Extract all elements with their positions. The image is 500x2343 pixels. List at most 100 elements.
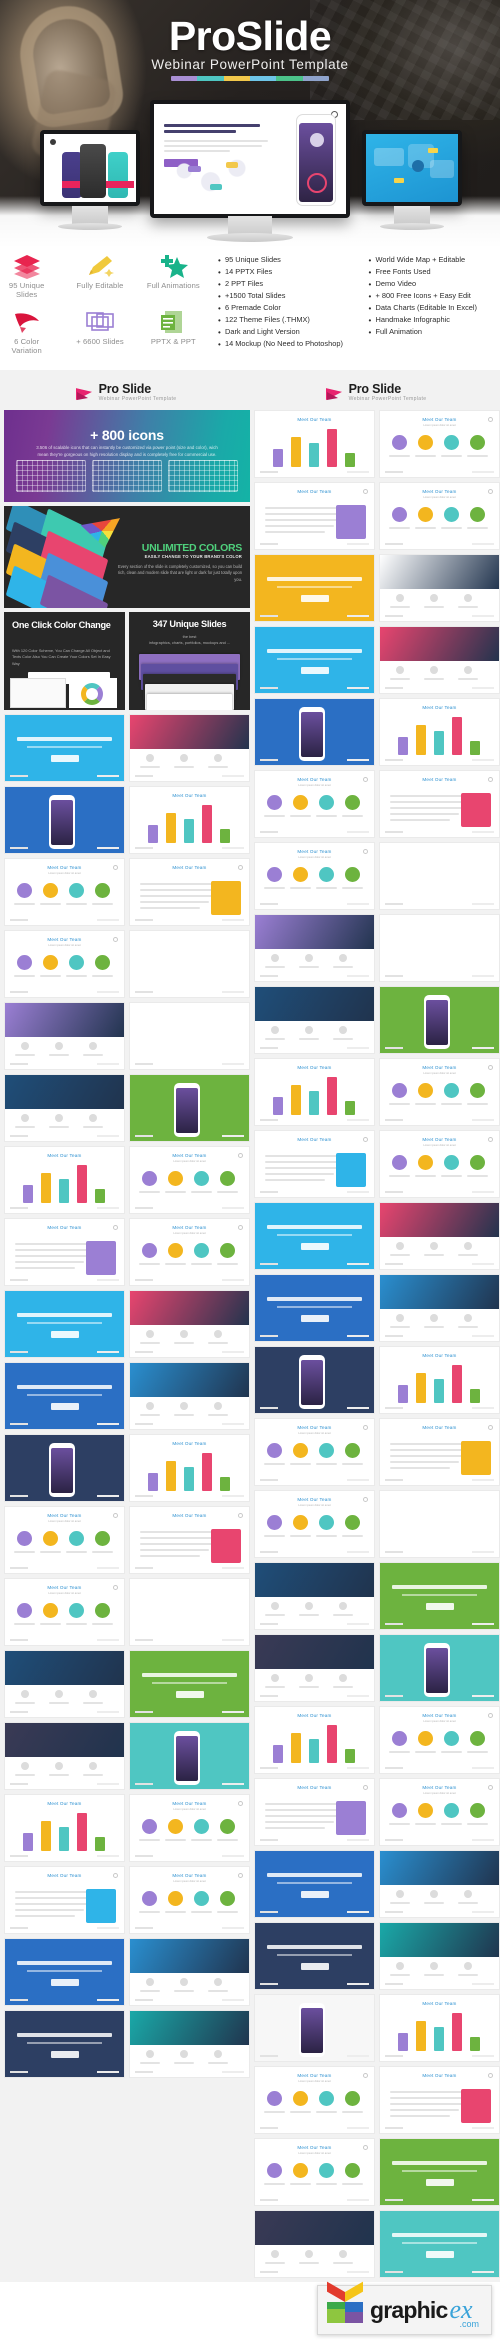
slide-thumbnail[interactable] <box>379 842 500 910</box>
slide-thumbnail[interactable]: Meet Our Team <box>4 1146 125 1214</box>
slide-thumbnail[interactable]: Meet Our Team <box>379 1418 500 1486</box>
slide-thumbnail[interactable] <box>129 714 250 782</box>
slide-thumbnail[interactable] <box>4 1938 125 2006</box>
slide-thumbnail[interactable]: Meet Our Team <box>4 1866 125 1934</box>
thumb-cta-button[interactable] <box>426 1531 454 1538</box>
thumb-cta-button[interactable] <box>301 1963 329 1970</box>
thumb-cta-button[interactable] <box>51 2051 79 2058</box>
slide-thumbnail[interactable]: Meet Our Team Lorem ipsum dolor sit amet <box>254 1418 375 1486</box>
slide-thumbnail[interactable] <box>379 1922 500 1990</box>
slide-thumbnail[interactable]: Meet Our Team <box>379 1346 500 1414</box>
slide-thumbnail[interactable]: Meet Our Team Lorem ipsum dolor sit amet <box>379 410 500 478</box>
slide-thumbnail[interactable] <box>129 1074 250 1142</box>
slide-thumbnail[interactable] <box>254 1850 375 1918</box>
slide-thumbnail[interactable] <box>129 1362 250 1430</box>
thumb-cta-button[interactable] <box>51 1331 79 1338</box>
slide-thumbnail[interactable] <box>4 1722 125 1790</box>
slide-thumbnail[interactable] <box>254 914 375 982</box>
thumb-cta-button[interactable] <box>301 667 329 674</box>
slide-thumbnail[interactable] <box>129 1650 250 1718</box>
slide-thumbnail[interactable]: Meet Our Team Lorem ipsum dolor sit amet <box>129 1146 250 1214</box>
slide-thumbnail[interactable]: Meet Our Team Lorem ipsum dolor sit amet <box>254 842 375 910</box>
slide-thumbnail[interactable]: Meet Our Team Lorem ipsum dolor sit amet <box>254 2066 375 2134</box>
slide-thumbnail[interactable]: Meet Our Team Lorem ipsum dolor sit amet <box>4 1506 125 1574</box>
thumb-cta-button[interactable] <box>301 1315 329 1322</box>
slide-thumbnail[interactable] <box>379 1850 500 1918</box>
slide-thumbnail[interactable] <box>129 1938 250 2006</box>
slide-thumbnail[interactable] <box>379 1490 500 1558</box>
slide-thumbnail[interactable] <box>254 1274 375 1342</box>
slide-thumbnail[interactable]: Meet Our Team <box>254 482 375 550</box>
slide-thumbnail[interactable] <box>254 1994 375 2062</box>
slide-thumbnail[interactable]: Meet Our Team <box>254 410 375 478</box>
thumb-cta-button[interactable] <box>426 1603 454 1610</box>
slide-thumbnail[interactable]: Meet Our Team Lorem ipsum dolor sit amet <box>129 1218 250 1286</box>
slide-thumbnail[interactable] <box>379 2210 500 2278</box>
slide-thumbnail[interactable] <box>4 786 125 854</box>
slide-thumbnail[interactable] <box>129 1578 250 1646</box>
slide-thumbnail[interactable]: Meet Our Team Lorem ipsum dolor sit amet <box>254 2138 375 2206</box>
slide-thumbnail[interactable] <box>254 626 375 694</box>
slide-thumbnail[interactable] <box>254 1202 375 1270</box>
slide-thumbnail[interactable]: Meet Our Team Lorem ipsum dolor sit amet <box>4 1578 125 1646</box>
thumb-cta-button[interactable] <box>426 2179 454 2186</box>
icons-feature-slide[interactable]: + 800 icons 3.506 of scalable icons that… <box>4 410 250 502</box>
slide-thumbnail[interactable] <box>254 1922 375 1990</box>
slide-thumbnail[interactable] <box>4 1002 125 1070</box>
slide-thumbnail[interactable] <box>379 986 500 1054</box>
slide-thumbnail[interactable] <box>129 2010 250 2078</box>
slide-thumbnail[interactable]: Meet Our Team <box>129 1506 250 1574</box>
slide-thumbnail[interactable] <box>4 1290 125 1358</box>
slide-thumbnail[interactable]: Meet Our Team Lorem ipsum dolor sit amet <box>379 482 500 550</box>
thumb-cta-button[interactable] <box>426 2251 454 2258</box>
thumb-cta-button[interactable] <box>176 971 204 978</box>
thumb-cta-button[interactable] <box>176 1619 204 1626</box>
slide-thumbnail[interactable] <box>129 1002 250 1070</box>
thumb-cta-button[interactable] <box>176 1691 204 1698</box>
slide-thumbnail[interactable]: Meet Our Team Lorem ipsum dolor sit amet <box>254 770 375 838</box>
slide-thumbnail[interactable] <box>254 986 375 1054</box>
slide-thumbnail[interactable]: Meet Our Team <box>254 1706 375 1774</box>
slide-thumbnail[interactable] <box>379 554 500 622</box>
slide-thumbnail[interactable] <box>4 714 125 782</box>
slide-thumbnail[interactable] <box>254 1634 375 1702</box>
slide-thumbnail[interactable] <box>129 930 250 998</box>
slide-thumbnail[interactable]: Meet Our Team <box>379 770 500 838</box>
unique-slides-count-slide[interactable]: 347 Unique Slides the best infographics, … <box>129 612 250 710</box>
slide-thumbnail[interactable]: Meet Our Team <box>254 1058 375 1126</box>
slide-thumbnail[interactable]: Meet Our Team <box>379 698 500 766</box>
one-click-color-slide[interactable]: One Click Color Change With 120 Color Sc… <box>4 612 125 710</box>
slide-thumbnail[interactable]: Meet Our Team Lorem ipsum dolor sit amet <box>129 1794 250 1862</box>
slide-thumbnail[interactable]: Meet Our Team <box>4 1218 125 1286</box>
slide-thumbnail[interactable]: Meet Our Team <box>379 1994 500 2062</box>
slide-thumbnail[interactable]: Meet Our Team <box>254 1778 375 1846</box>
slide-thumbnail[interactable]: Meet Our Team Lorem ipsum dolor sit amet <box>379 1130 500 1198</box>
slide-thumbnail[interactable]: Meet Our Team Lorem ipsum dolor sit amet <box>4 858 125 926</box>
unlimited-colors-slide[interactable]: UNLIMITED COLORS EASILY CHANGE TO YOUR B… <box>4 506 250 608</box>
slide-thumbnail[interactable] <box>254 554 375 622</box>
slide-thumbnail[interactable]: Meet Our Team Lorem ipsum dolor sit amet <box>254 1490 375 1558</box>
thumb-cta-button[interactable] <box>426 883 454 890</box>
slide-thumbnail[interactable] <box>129 1722 250 1790</box>
thumb-cta-button[interactable] <box>426 955 454 962</box>
slide-thumbnail[interactable] <box>379 626 500 694</box>
slide-thumbnail[interactable]: Meet Our Team <box>129 1434 250 1502</box>
thumb-cta-button[interactable] <box>301 595 329 602</box>
slide-thumbnail[interactable] <box>379 1634 500 1702</box>
slide-thumbnail[interactable]: Meet Our Team Lorem ipsum dolor sit amet <box>379 1778 500 1846</box>
slide-thumbnail[interactable]: Meet Our Team Lorem ipsum dolor sit amet <box>379 1058 500 1126</box>
slide-thumbnail[interactable] <box>254 1562 375 1630</box>
slide-thumbnail[interactable] <box>379 1274 500 1342</box>
slide-thumbnail[interactable] <box>379 914 500 982</box>
thumb-cta-button[interactable] <box>176 1043 204 1050</box>
slide-thumbnail[interactable] <box>4 1074 125 1142</box>
slide-thumbnail[interactable] <box>4 1650 125 1718</box>
slide-thumbnail[interactable]: Meet Our Team Lorem ipsum dolor sit amet <box>129 1866 250 1934</box>
slide-thumbnail[interactable] <box>379 2138 500 2206</box>
slide-thumbnail[interactable] <box>254 1346 375 1414</box>
thumb-cta-button[interactable] <box>301 1891 329 1898</box>
thumb-cta-button[interactable] <box>51 755 79 762</box>
slide-thumbnail[interactable] <box>379 1562 500 1630</box>
slide-thumbnail[interactable]: Meet Our Team <box>129 786 250 854</box>
thumb-cta-button[interactable] <box>301 1243 329 1250</box>
